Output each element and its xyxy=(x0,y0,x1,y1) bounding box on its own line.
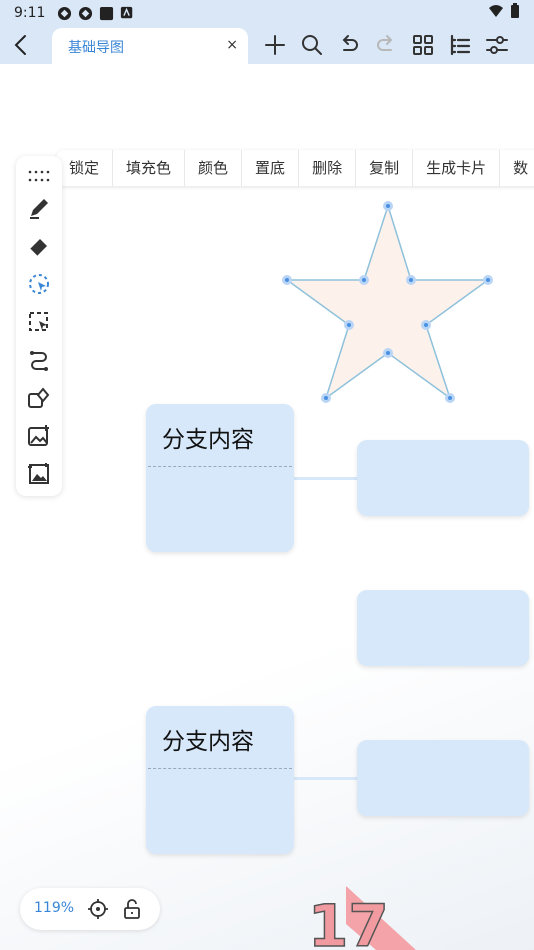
app-icon-2 xyxy=(78,6,93,21)
outline-icon[interactable] xyxy=(447,32,473,58)
menu-lock[interactable]: 锁定 xyxy=(56,150,114,186)
app-icon-1 xyxy=(57,6,72,21)
layout-grid-icon[interactable] xyxy=(410,32,436,58)
watermark-logo: 17 xyxy=(307,886,416,950)
resize-handle xyxy=(282,275,292,285)
context-toolbar: 锁定 填充色 颜色 置底 删除 复制 生成卡片 数 xyxy=(56,150,534,186)
box-select-icon[interactable] xyxy=(27,310,51,334)
menu-fill-color[interactable]: 填充色 xyxy=(113,150,186,186)
sub-node[interactable] xyxy=(357,590,529,666)
unlock-icon[interactable] xyxy=(120,897,144,921)
settings-sliders-icon[interactable] xyxy=(484,32,510,58)
zoom-panel: 119% xyxy=(20,888,160,930)
pen-icon[interactable] xyxy=(27,196,51,220)
more-dots-icon[interactable] xyxy=(27,164,51,188)
node-connector xyxy=(294,777,358,780)
lasso-select-icon[interactable] xyxy=(27,272,51,296)
app-icon-3 xyxy=(99,6,114,21)
resize-handle xyxy=(445,393,455,403)
shape-icon[interactable] xyxy=(27,386,51,410)
menu-more-cutoff[interactable]: 数 xyxy=(500,150,534,186)
menu-color[interactable]: 颜色 xyxy=(185,150,243,186)
top-bar: 基础导图 × xyxy=(0,26,534,64)
menu-generate-card[interactable]: 生成卡片 xyxy=(413,150,501,186)
menu-send-to-back[interactable]: 置底 xyxy=(242,150,300,186)
star-shape[interactable] xyxy=(280,198,500,404)
search-icon[interactable] xyxy=(299,32,325,58)
node-connector xyxy=(294,477,358,480)
redo-icon[interactable] xyxy=(373,32,399,58)
node-divider xyxy=(148,768,292,769)
add-icon[interactable] xyxy=(262,32,288,58)
add-image-icon[interactable] xyxy=(27,424,51,448)
zoom-level[interactable]: 119% xyxy=(34,900,74,916)
status-time: 9:11 xyxy=(14,5,46,21)
status-bar: 9:11 xyxy=(0,0,534,26)
wifi-icon xyxy=(488,3,504,23)
image-frame-icon[interactable] xyxy=(27,462,51,486)
connector-icon[interactable] xyxy=(27,348,51,372)
sub-node[interactable] xyxy=(357,440,529,516)
branch-node-title: 分支内容 xyxy=(162,427,254,453)
watermark-text: 17 xyxy=(308,892,389,950)
back-icon[interactable] xyxy=(8,32,34,58)
app-icon-4 xyxy=(120,6,135,21)
node-divider xyxy=(148,466,292,467)
resize-handle xyxy=(383,201,393,211)
branch-node[interactable]: 分支内容 xyxy=(146,404,294,552)
eraser-icon[interactable] xyxy=(27,234,51,258)
document-tab[interactable]: 基础导图 × xyxy=(52,28,248,64)
tool-panel xyxy=(16,156,62,496)
resize-handle xyxy=(321,393,331,403)
branch-node-title: 分支内容 xyxy=(162,729,254,755)
resize-handle xyxy=(344,320,354,330)
resize-handle xyxy=(483,275,493,285)
menu-delete[interactable]: 删除 xyxy=(299,150,357,186)
tab-close-button[interactable]: × xyxy=(226,37,238,53)
menu-copy[interactable]: 复制 xyxy=(356,150,414,186)
resize-handle xyxy=(421,320,431,330)
locate-center-icon[interactable] xyxy=(86,897,110,921)
branch-node[interactable]: 分支内容 xyxy=(146,706,294,854)
undo-icon[interactable] xyxy=(336,32,362,58)
resize-handle xyxy=(383,348,393,358)
resize-handle xyxy=(359,275,369,285)
resize-handle xyxy=(406,275,416,285)
battery-icon xyxy=(510,3,520,23)
tab-label: 基础导图 xyxy=(68,40,124,56)
sub-node[interactable] xyxy=(357,740,529,816)
